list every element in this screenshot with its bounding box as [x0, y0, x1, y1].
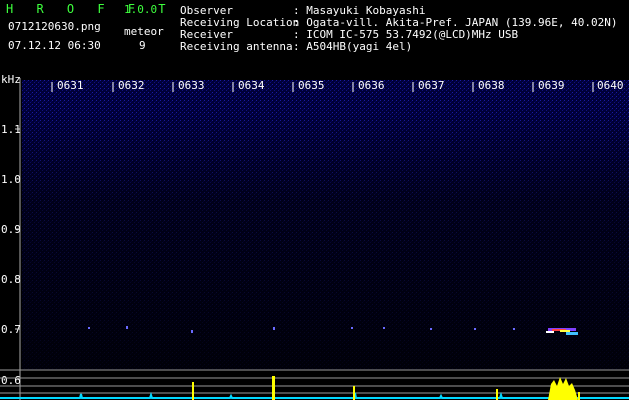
spectrogram: kHz 0631 0632 0633 0634 0635 0636 0637 0…: [0, 73, 629, 400]
time-tick: 0638: [478, 79, 505, 92]
time-tick: 0640: [597, 79, 624, 92]
echo-dot: [351, 327, 353, 329]
freq-tick: 0.6: [1, 374, 21, 387]
echo-spikes: [192, 376, 580, 400]
baseline-trace: [0, 391, 629, 399]
time-tick: 0633: [178, 79, 205, 92]
time-tick: 0637: [418, 79, 445, 92]
echo-dot: [513, 328, 515, 330]
unit-label: kHz: [1, 73, 21, 86]
echo-dot: [383, 327, 385, 329]
echo-dot: [88, 327, 90, 329]
time-tick: 0639: [538, 79, 565, 92]
time-tick: 0632: [118, 79, 145, 92]
time-tick: 0634: [238, 79, 265, 92]
time-tick: 0636: [358, 79, 385, 92]
time-tick: 0631: [57, 79, 84, 92]
echo-dot: [474, 328, 476, 330]
spectrogram-fade: [22, 110, 629, 370]
echo-dot: [126, 326, 128, 329]
time-tick: 0635: [298, 79, 325, 92]
echo-dot: [430, 328, 432, 330]
echo-dot: [191, 330, 193, 333]
echo-dot: [273, 327, 275, 330]
